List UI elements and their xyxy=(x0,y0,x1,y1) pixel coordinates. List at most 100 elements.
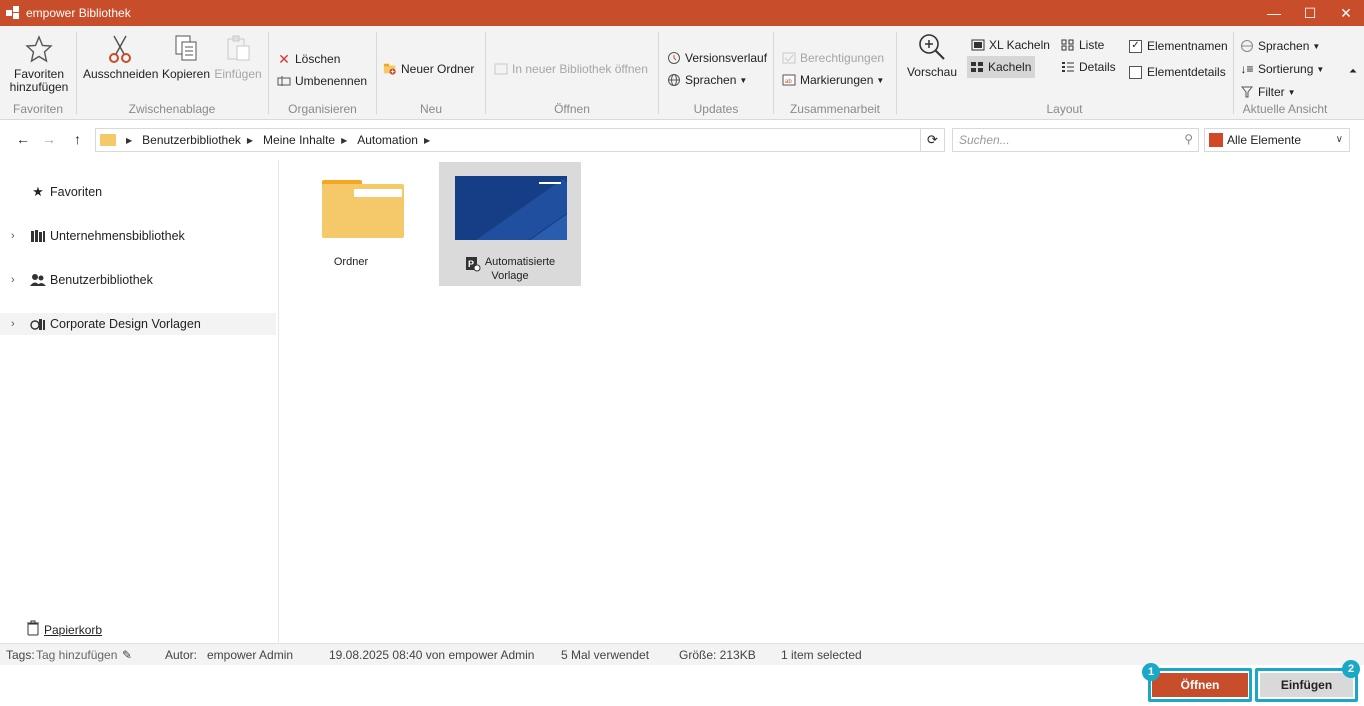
app-logo-icon xyxy=(6,6,20,20)
trash-link[interactable]: Papierkorb xyxy=(26,620,102,639)
close-window-button[interactable]: ✕ xyxy=(1328,0,1364,26)
breadcrumb-item[interactable]: Meine Inhalte xyxy=(263,133,335,147)
copy-icon xyxy=(171,34,201,64)
filter-label: Filter xyxy=(1258,85,1285,99)
sidebar: ★ Favoriten › Unternehmensbibliothek › B… xyxy=(0,160,279,642)
sidebar-item-label: Favoriten xyxy=(50,185,103,199)
library-icon xyxy=(494,62,508,76)
expand-chevron-icon[interactable]: › xyxy=(11,274,15,286)
funnel-icon xyxy=(1240,85,1254,99)
permissions-icon xyxy=(782,51,796,65)
version-history-button[interactable]: Versionsverlauf xyxy=(667,49,767,67)
step-badge-1: 1 xyxy=(1142,663,1160,681)
group-zusammenarbeit: Berechtigungen ab Markierungen ▼ Zusamme… xyxy=(774,30,896,118)
view-languages-button[interactable]: Sprachen ▼ xyxy=(1240,37,1320,55)
rename-icon xyxy=(277,74,291,88)
collapse-ribbon-icon[interactable]: ⏶ xyxy=(1349,66,1357,77)
sidebar-item-corporate-design[interactable]: › Corporate Design Vorlagen xyxy=(0,313,276,335)
back-arrow-icon[interactable]: ← xyxy=(16,131,30,147)
xl-tiles-button[interactable]: XL Kacheln xyxy=(969,36,1052,54)
group-title: Neu xyxy=(419,102,442,116)
maximize-button[interactable]: ☐ xyxy=(1292,0,1328,26)
view-languages-label: Sprachen xyxy=(1258,39,1310,53)
permissions-label: Berechtigungen xyxy=(800,51,885,65)
forward-arrow-icon[interactable]: → xyxy=(42,131,56,147)
group-layout: Vorschau XL Kacheln Kacheln Liste Detail… xyxy=(897,30,1232,118)
dialog-footer: Öffnen 1 Einfügen 2 xyxy=(0,660,1364,706)
clipboard-icon xyxy=(223,34,253,64)
selection-count: 1 item selected xyxy=(781,648,862,662)
open-in-new-library-button[interactable]: In neuer Bibliothek öffnen xyxy=(494,60,648,78)
tiles-button[interactable]: Kacheln xyxy=(967,56,1035,78)
tile-label-line2: Vorlage xyxy=(491,270,529,282)
element-filter-value: Alle Elemente xyxy=(1227,133,1302,147)
history-icon xyxy=(667,51,681,65)
open-in-new-library-label: In neuer Bibliothek öffnen xyxy=(512,62,648,76)
usage-count: 5 Mal verwendet xyxy=(561,648,650,662)
delete-button[interactable]: ✕ Löschen xyxy=(277,50,340,68)
element-names-checkbox[interactable]: ✓ Elementnamen xyxy=(1129,37,1228,55)
up-arrow-icon[interactable]: ↑ xyxy=(74,131,81,147)
permissions-button[interactable]: Berechtigungen xyxy=(782,49,884,67)
insert-button[interactable]: Einfügen xyxy=(1260,673,1353,697)
element-filter-select[interactable]: Alle Elemente ∨ xyxy=(1204,128,1350,152)
minimize-button[interactable]: — xyxy=(1256,0,1292,26)
chevron-right-icon: ▶ xyxy=(423,135,431,145)
delete-x-icon: ✕ xyxy=(278,50,290,67)
tiles-icon xyxy=(970,60,984,74)
details-view-label: Details xyxy=(1079,60,1116,74)
tags-label: Tags: xyxy=(6,648,35,662)
group-title: Aktuelle Ansicht xyxy=(1242,102,1328,116)
sidebar-item-label: Corporate Design Vorlagen xyxy=(50,317,201,331)
breadcrumb-item[interactable]: Automation xyxy=(357,133,418,147)
template-tile[interactable]: P Automatisierte Vorlage xyxy=(439,162,581,286)
paste-button[interactable]: Einfügen xyxy=(213,34,263,81)
group-title: Updates xyxy=(693,102,739,116)
sidebar-item-benutzerbibliothek[interactable]: › Benutzerbibliothek xyxy=(0,269,276,291)
sidebar-item-favoriten[interactable]: ★ Favoriten xyxy=(0,181,276,203)
sort-button[interactable]: ↓≡ Sortierung ▼ xyxy=(1240,60,1324,78)
ribbon: Favoriten hinzufügen Favoriten Ausschnei… xyxy=(0,26,1364,120)
languages-update-button[interactable]: Sprachen ▼ xyxy=(667,71,747,89)
copy-button[interactable]: Kopieren xyxy=(161,34,211,81)
group-title: Zwischenablage xyxy=(128,102,216,116)
rename-button[interactable]: Umbenennen xyxy=(277,72,367,90)
users-icon xyxy=(30,272,46,288)
caret-down-icon: ▼ xyxy=(1316,64,1325,74)
open-button[interactable]: Öffnen xyxy=(1152,673,1248,697)
address-bar: ← → ↑ ▶ Benutzerbibliothek ▶ Meine Inhal… xyxy=(0,126,1364,156)
new-folder-button[interactable]: Neuer Ordner xyxy=(383,60,474,78)
markings-icon: ab xyxy=(782,73,796,87)
refresh-icon[interactable]: ⟳ xyxy=(920,129,944,151)
cut-label: Ausschneiden xyxy=(83,67,159,81)
markings-button[interactable]: ab Markierungen ▼ xyxy=(782,71,884,89)
sidebar-item-label: Unternehmensbibliothek xyxy=(50,229,185,243)
element-details-checkbox[interactable]: Elementdetails xyxy=(1129,63,1226,81)
breadcrumb[interactable]: ▶ Benutzerbibliothek ▶ Meine Inhalte ▶ A… xyxy=(95,128,945,152)
version-history-label: Versionsverlauf xyxy=(685,51,768,65)
scissors-icon xyxy=(105,34,135,64)
group-favoriten: Favoriten hinzufügen Favoriten xyxy=(0,30,76,118)
search-input[interactable]: Suchen... ⚲ xyxy=(952,128,1199,152)
folder-tile[interactable]: Ordner xyxy=(280,162,422,286)
group-zwischenablage: Ausschneiden Kopieren Einfügen Zwischena… xyxy=(77,30,267,118)
expand-chevron-icon[interactable]: › xyxy=(11,318,15,330)
preview-button[interactable]: Vorschau xyxy=(905,32,959,79)
filter-button[interactable]: Filter ▼ xyxy=(1240,83,1296,101)
sidebar-item-label: Benutzerbibliothek xyxy=(50,273,153,287)
group-title: Öffnen xyxy=(554,102,590,116)
sidebar-item-unternehmensbibliothek[interactable]: › Unternehmensbibliothek xyxy=(0,225,276,247)
folder-icon xyxy=(322,180,404,238)
add-favorite-button[interactable]: Favoriten hinzufügen xyxy=(6,34,72,94)
breadcrumb-item[interactable]: Benutzerbibliothek xyxy=(142,133,241,147)
languages-update-label: Sprachen xyxy=(685,73,737,87)
list-view-button[interactable]: Liste xyxy=(1061,36,1104,54)
new-folder-label: Neuer Ordner xyxy=(401,62,475,76)
pencil-icon[interactable]: ✎ xyxy=(122,648,132,662)
cut-button[interactable]: Ausschneiden xyxy=(83,34,159,81)
add-tag-input[interactable]: Tag hinzufügen xyxy=(36,648,117,662)
details-view-button[interactable]: Details xyxy=(1061,58,1116,76)
expand-chevron-icon[interactable]: › xyxy=(11,230,15,242)
title-bar: empower Bibliothek — ☐ ✕ xyxy=(0,0,1364,26)
content-area: Ordner P Automatisierte Vorlage xyxy=(280,160,1364,642)
